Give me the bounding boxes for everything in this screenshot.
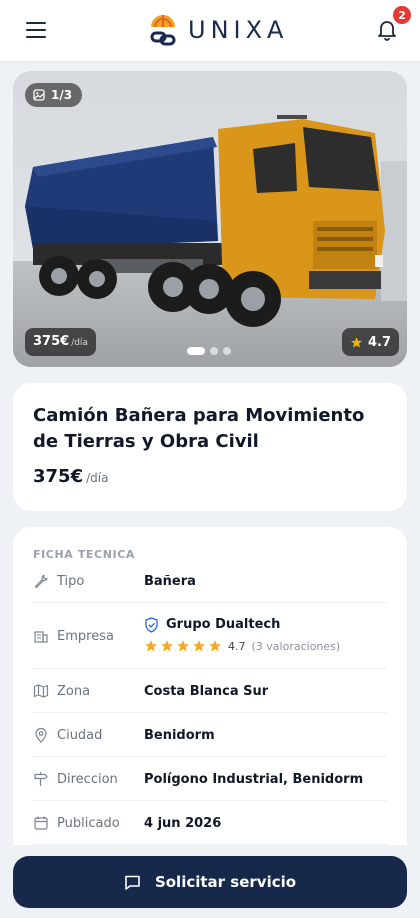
spec-label-publicado: Publicado <box>57 816 120 831</box>
spec-value-tipo: Bañera <box>144 574 196 589</box>
brand-name: UNIXA <box>188 16 289 44</box>
listing-summary-card: Camión Bañera para Movimiento de Tierras… <box>13 383 407 511</box>
message-icon <box>125 875 140 890</box>
wrench-icon <box>34 574 48 589</box>
carousel-dot-2[interactable] <box>210 347 218 355</box>
menu-button[interactable] <box>26 20 48 40</box>
spec-value-publicado: 4 jun 2026 <box>144 816 222 831</box>
spec-row-zona: Zona Costa Blanca Sur <box>33 669 387 713</box>
request-service-button[interactable]: Solicitar servicio <box>13 856 407 908</box>
listing-price-amount: 375€ <box>33 466 84 487</box>
unixa-logo-icon <box>150 15 176 46</box>
request-service-label: Solicitar servicio <box>154 873 297 891</box>
spec-label-direccion: Direccion <box>57 772 118 787</box>
spec-label-zona: Zona <box>57 684 91 699</box>
spec-value-ciudad: Benidorm <box>144 728 215 743</box>
image-counter: 1/3 <box>25 83 83 107</box>
company-rating-score: 4.7 <box>228 639 246 653</box>
notification-badge: 2 <box>393 6 411 24</box>
spec-row-direccion: Direccion Polígono Industrial, Benidorm <box>33 757 387 801</box>
bell-icon[interactable] <box>376 18 398 42</box>
image-icon <box>33 89 45 101</box>
hero-rating: 4.7 <box>368 334 392 350</box>
star-icon <box>161 640 173 652</box>
hero-price: 375€ <box>33 334 70 349</box>
spec-label-ciudad: Ciudad <box>57 728 103 743</box>
hamburger-icon <box>26 22 46 24</box>
star-icon <box>145 640 157 652</box>
star-icon <box>351 336 362 348</box>
location-pin-icon <box>35 727 47 743</box>
spec-label-empresa: Empresa <box>57 629 114 644</box>
spec-row-publicado: Publicado 4 jun 2026 <box>33 801 387 845</box>
image-counter-text: 1/3 <box>51 88 73 102</box>
spec-label-tipo: Tipo <box>57 574 85 589</box>
truck-photo <box>13 71 407 367</box>
technical-sheet-heading: FICHA TECNICA <box>33 548 136 561</box>
carousel-dots <box>187 347 236 355</box>
company-rating: 4.7 (3 valoraciones) <box>144 639 340 653</box>
listing-title: Camión Bañera para Movimiento de Tierras… <box>33 405 365 452</box>
company-name[interactable]: Grupo Dualtech <box>166 617 280 632</box>
carousel-dot-1[interactable] <box>187 347 205 355</box>
spec-value-direccion: Polígono Industrial, Benidorm <box>144 772 364 787</box>
spec-row-ciudad: Ciudad Benidorm <box>33 713 387 757</box>
hero-price-chip: 375€ /día <box>25 328 96 356</box>
map-icon <box>33 684 49 698</box>
star-icon <box>193 640 205 652</box>
listing-price-unit: /día <box>86 471 109 485</box>
carousel-dot-3[interactable] <box>223 347 231 355</box>
hero-rating-chip: 4.7 <box>342 328 400 356</box>
signpost-icon <box>34 772 48 786</box>
spec-value-zona: Costa Blanca Sur <box>144 684 269 699</box>
calendar-icon <box>34 816 48 830</box>
technical-sheet-card: FICHA TECNICA Tipo Bañera Empresa Grupo … <box>13 527 407 887</box>
star-icon <box>209 640 221 652</box>
company-review-count[interactable]: (3 valoraciones) <box>252 640 341 653</box>
hero-price-unit: /día <box>71 338 88 348</box>
listing-price: 375€ /día <box>33 466 108 487</box>
star-icon <box>177 640 189 652</box>
app-header: UNIXA 2 <box>0 0 420 62</box>
shield-check-icon <box>145 617 158 633</box>
spec-row-empresa: Empresa Grupo Dualtech 4.7 (3 valoracion… <box>33 603 387 669</box>
brand-logo[interactable]: UNIXA <box>148 12 288 48</box>
bottom-action-bar: Solicitar servicio <box>0 845 420 918</box>
listing-photo-carousel[interactable]: 1/3 375€ /día 4.7 <box>13 71 407 367</box>
spec-row-tipo: Tipo Bañera <box>33 563 387 603</box>
building-icon <box>34 631 48 643</box>
